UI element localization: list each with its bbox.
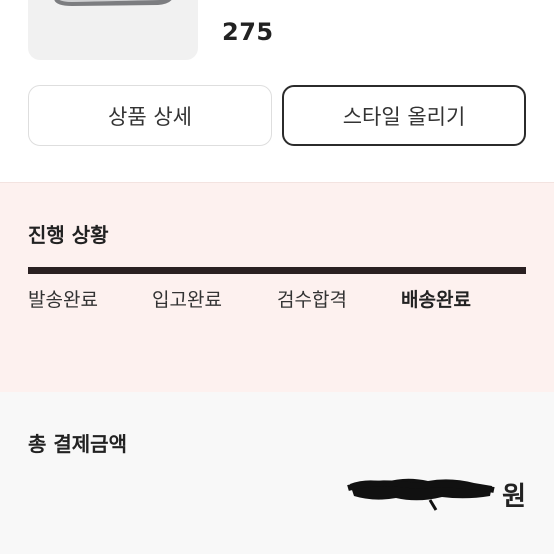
product-size: 275 (222, 18, 274, 46)
step-received: 입고완료 (152, 289, 222, 311)
amount-suffix: 원 (502, 482, 526, 512)
step-delivered: 배송완료 (401, 289, 471, 311)
total-payment-section: 총 결제금액 원 (0, 392, 554, 554)
product-thumbnail[interactable] (28, 0, 198, 60)
product-detail-button[interactable]: 상품 상세 (28, 85, 272, 146)
total-amount: 원 (502, 476, 526, 513)
post-style-button[interactable]: 스타일 올리기 (282, 85, 526, 146)
redaction-scribble (347, 478, 495, 511)
step-shipped: 발송완료 (28, 289, 98, 311)
progress-section: 진행 상황 발송완료 입고완료 검수합격 배송완료 (0, 182, 554, 392)
sneaker-image (54, 0, 172, 6)
progress-steps: 발송완료 입고완료 검수합격 배송완료 (28, 285, 526, 315)
step-inspection-passed: 검수합격 (277, 289, 347, 311)
progress-bar (28, 267, 526, 274)
progress-title: 진행 상황 (28, 223, 109, 247)
total-payment-title: 총 결제금액 (28, 432, 127, 456)
product-summary: 275 (0, 0, 554, 84)
